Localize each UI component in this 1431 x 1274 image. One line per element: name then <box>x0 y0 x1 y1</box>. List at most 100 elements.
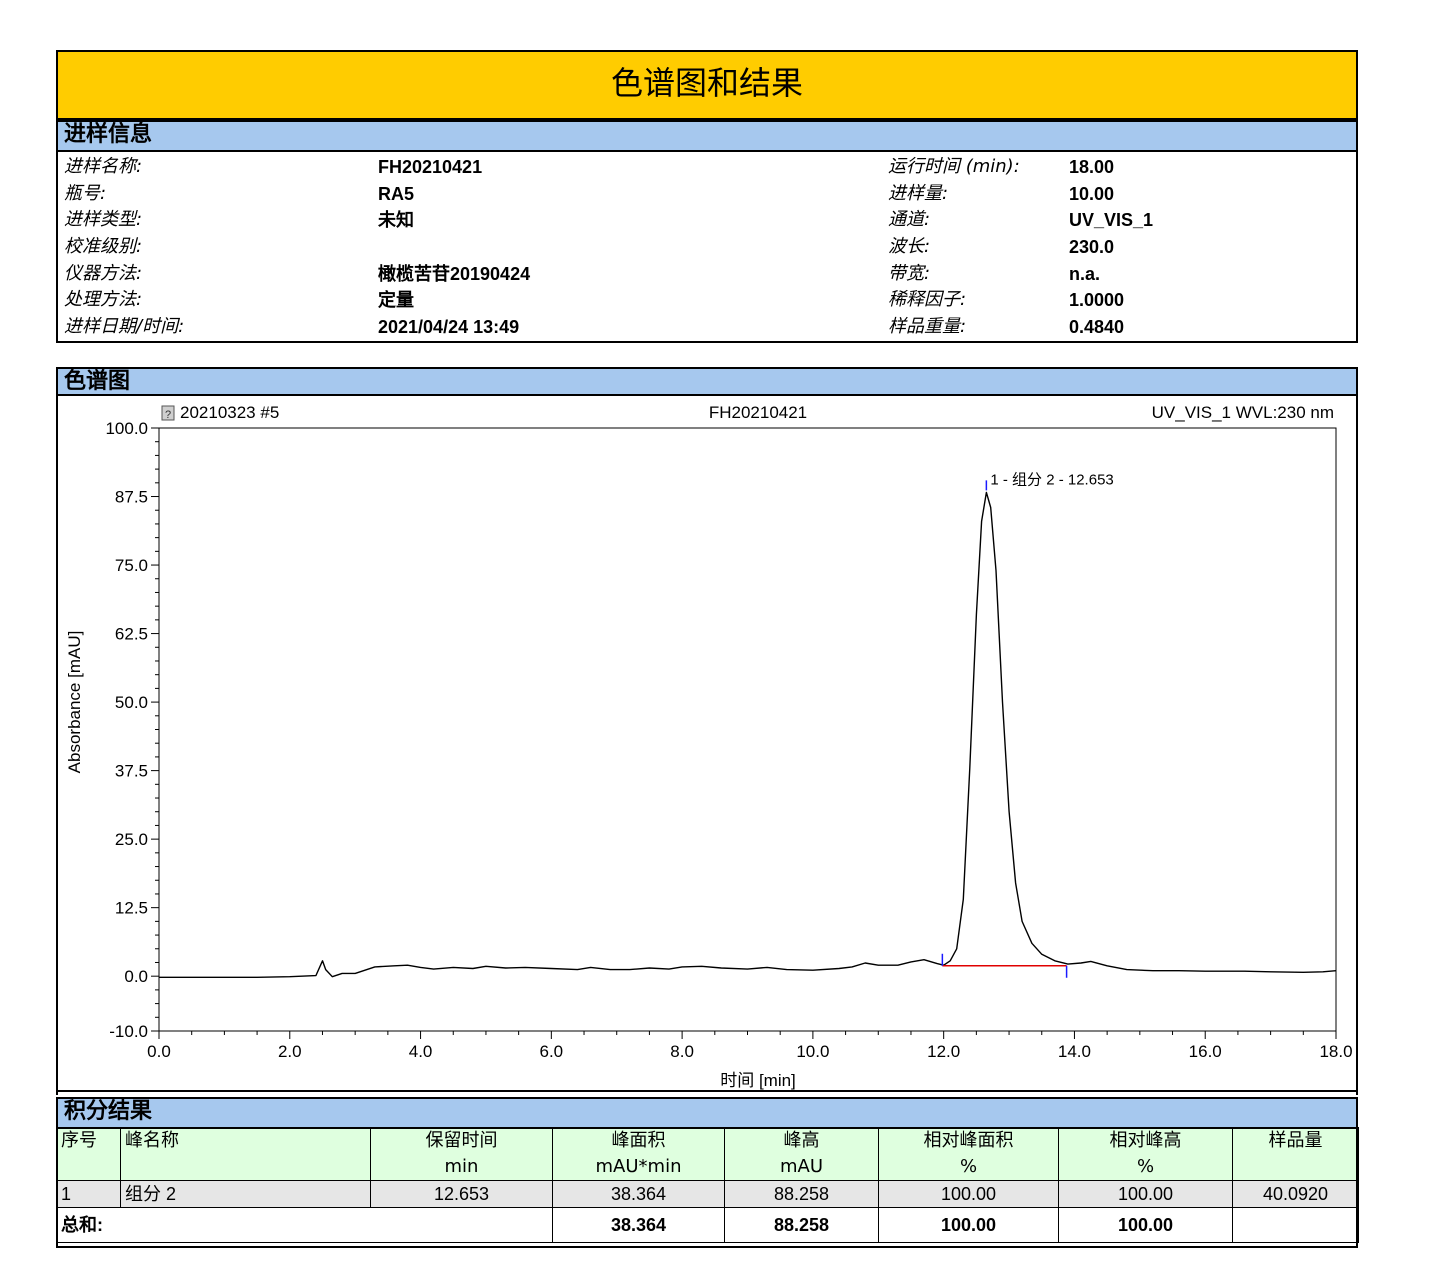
info-label: 进样量: <box>888 183 949 204</box>
info-row: 稀释因子: <box>888 287 966 313</box>
info-label: 进样名称: <box>64 156 143 177</box>
column-header: 相对峰面积% <box>878 1127 1059 1181</box>
info-row: 进样量: <box>888 181 948 207</box>
x-tick-label: 0.0 <box>147 1042 171 1061</box>
info-label: 通道: <box>888 209 931 230</box>
info-value: 0.4840 <box>1069 317 1125 337</box>
info-row: 运行时间 (min): <box>888 154 1020 180</box>
y-tick-label: 62.5 <box>115 625 148 644</box>
y-tick-label: 87.5 <box>115 488 148 507</box>
chromatogram-panel: ? 20210323 #5 FH20210421 UV_VIS_1 WVL:23… <box>56 394 1358 1095</box>
column-header: 相对峰高% <box>1058 1127 1233 1181</box>
info-value: 2021/04/24 13:49 <box>378 317 520 337</box>
column-header: 样品量 <box>1232 1127 1359 1181</box>
total-height: 88.258 <box>724 1207 879 1243</box>
results-table: 序号 峰名称 保留时间 min 峰面积 mAU*min 峰高 mAU 相对峰面积% 相… <box>56 1127 1359 1243</box>
y-tick-label: 75.0 <box>115 556 148 575</box>
y-tick-label: 37.5 <box>115 762 148 781</box>
info-label: 波长: <box>888 236 931 257</box>
x-tick-label: 6.0 <box>540 1042 564 1061</box>
x-tick-label: 16.0 <box>1189 1042 1222 1061</box>
plot-area <box>158 427 1337 1032</box>
x-tick-label: 18.0 <box>1319 1042 1352 1061</box>
y-tick-label: 25.0 <box>115 830 148 849</box>
table-row: 1 组分 2 12.653 38.364 88.258 100.00 100.0… <box>56 1180 1359 1208</box>
results-header: 积分结果 <box>64 1099 153 1124</box>
info-row: 处理方法: <box>64 287 142 313</box>
total-label: 总和: <box>56 1207 553 1243</box>
peak-label: 1 - 组分 2 - 12.653 <box>990 471 1113 488</box>
info-value: 10.00 <box>1069 184 1115 204</box>
chart-header-right: UV_VIS_1 WVL:230 nm <box>1152 403 1334 422</box>
file-icon: ? <box>161 405 175 421</box>
report-title-box: 色谱图和结果 <box>56 50 1358 120</box>
info-value: 定量 <box>378 290 414 310</box>
info-value: 橄榄苦苷20190424 <box>378 264 531 284</box>
sample-info-header: 进样信息 <box>64 122 153 147</box>
info-label: 带宽: <box>888 263 931 284</box>
info-row: 进样类型: <box>64 207 142 233</box>
info-value: FH20210421 <box>378 157 483 177</box>
info-value: 230.0 <box>1069 237 1115 257</box>
x-tick-label: 14.0 <box>1058 1042 1091 1061</box>
table-cell: 100.00 <box>878 1180 1059 1208</box>
table-cell: 12.653 <box>370 1180 553 1208</box>
table-total-row: 总和: 38.364 88.258 100.00 100.00 <box>56 1207 1359 1243</box>
report-title: 色谱图和结果 <box>610 64 803 102</box>
table-cell: 88.258 <box>724 1180 879 1208</box>
info-label: 进样类型: <box>64 209 143 230</box>
table-cell: 组分 2 <box>120 1180 371 1208</box>
sample-info-panel: 进样名称: 瓶号: 进样类型: 校准级别: 仪器方法: 处理方法: 进样日期/时… <box>56 150 1358 343</box>
chromatogram-trace <box>159 491 1337 978</box>
x-tick-label: 8.0 <box>670 1042 694 1061</box>
info-label: 瓶号: <box>64 183 107 204</box>
info-value: 1.0000 <box>1069 290 1125 310</box>
info-label: 样品重量: <box>888 316 967 337</box>
x-tick-label: 10.0 <box>796 1042 829 1061</box>
x-tick-label: 4.0 <box>409 1042 433 1061</box>
info-value: UV_VIS_1 <box>1069 210 1154 230</box>
info-value: 未知 <box>378 210 414 230</box>
column-header: 保留时间 min <box>370 1127 553 1181</box>
y-tick-label: 50.0 <box>115 693 148 712</box>
table-cell: 100.00 <box>1058 1180 1233 1208</box>
chart-header-center: FH20210421 <box>709 403 807 422</box>
info-row: 校准级别: <box>64 234 142 260</box>
info-value: 18.00 <box>1069 157 1115 177</box>
section-chromatogram: 色谱图 <box>56 367 1358 396</box>
x-tick-label: 12.0 <box>927 1042 960 1061</box>
y-tick-label: -10.0 <box>109 1022 148 1041</box>
y-tick-label: 0.0 <box>124 967 148 986</box>
info-row: 带宽: <box>888 261 930 287</box>
chromatogram-chart: ? 20210323 #5 FH20210421 UV_VIS_1 WVL:23… <box>58 403 1356 1092</box>
section-sample-info: 进样信息 <box>56 120 1358 152</box>
info-row: 通道: <box>888 207 930 233</box>
table-cell: 38.364 <box>552 1180 725 1208</box>
column-header: 序号 <box>56 1127 121 1181</box>
table-header-row: 序号 峰名称 保留时间 min 峰面积 mAU*min 峰高 mAU 相对峰面积% 相… <box>56 1127 1359 1181</box>
x-axis-label: 时间 [min] <box>720 1071 796 1090</box>
info-label: 处理方法: <box>64 289 143 310</box>
info-label: 稀释因子: <box>888 289 967 310</box>
info-row: 仪器方法: <box>64 261 142 287</box>
table-cell: 1 <box>56 1180 121 1208</box>
x-tick-label: 2.0 <box>278 1042 302 1061</box>
info-row: 样品重量: <box>888 314 966 340</box>
info-label: 运行时间 (min): <box>888 156 1020 177</box>
info-label: 校准级别: <box>64 236 143 257</box>
column-header: 峰高 mAU <box>724 1127 879 1181</box>
info-row: 波长: <box>888 234 930 260</box>
section-results: 积分结果 <box>56 1097 1358 1129</box>
chart-header-left: 20210323 #5 <box>180 403 279 422</box>
info-label: 进样日期/时间: <box>64 316 185 337</box>
column-header: 峰名称 <box>120 1127 371 1181</box>
y-tick-label: 12.5 <box>115 899 148 918</box>
info-label: 仪器方法: <box>64 263 143 284</box>
svg-text:?: ? <box>165 409 171 421</box>
info-row: 瓶号: <box>64 181 106 207</box>
info-row: 进样日期/时间: <box>64 314 184 340</box>
chromatogram-header: 色谱图 <box>64 369 131 394</box>
total-area: 38.364 <box>552 1207 725 1243</box>
info-row: 进样名称: <box>64 154 142 180</box>
info-value: n.a. <box>1069 264 1101 284</box>
